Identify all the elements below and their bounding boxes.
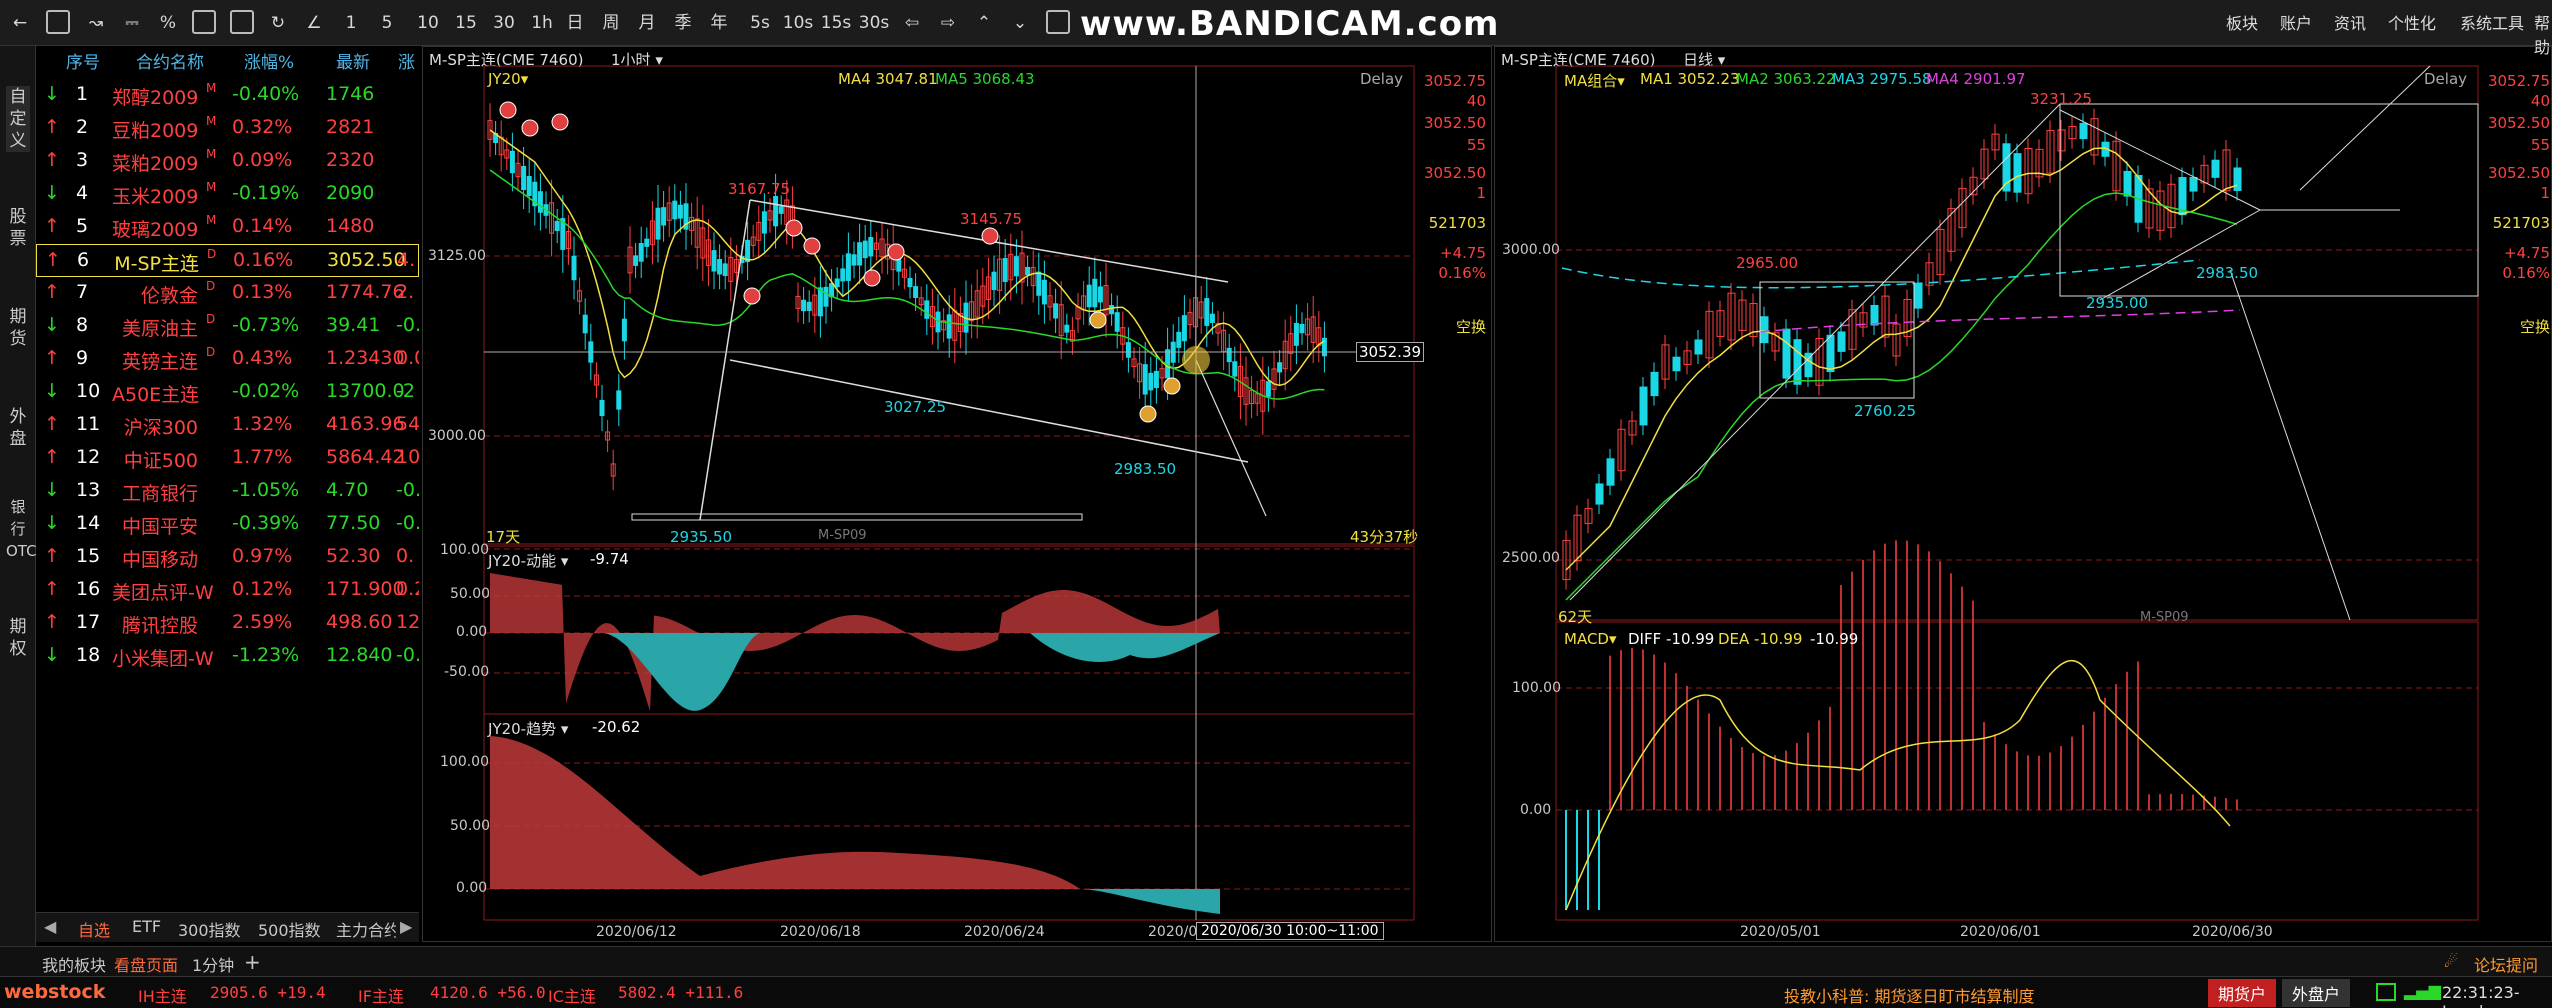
daily-candle-body	[1793, 339, 1802, 385]
ticker-ih-name[interactable]: IH主连	[138, 983, 187, 1007]
ma-group-label: MA组合	[1564, 72, 1618, 90]
diff-value: DIFF -10.99	[1628, 630, 1715, 648]
daily-candle-body	[1782, 328, 1791, 379]
date-daily-1: 2020/05/01	[1740, 924, 1821, 940]
logo: webstock	[4, 981, 106, 1003]
mid-annotation-daily: 2965.00	[1736, 254, 1799, 272]
price-tick-2500-daily: 2500.00	[1502, 550, 1560, 566]
date-daily-2: 2020/06/01	[1960, 924, 2041, 940]
daily-candle-body	[1826, 334, 1835, 373]
daily-candle-body	[2013, 153, 2022, 193]
ma3-line	[1561, 259, 2201, 289]
side-quote-5: 1	[2540, 184, 2550, 202]
dea-value: DEA -10.99	[1718, 630, 1803, 648]
tab-watch-page[interactable]: 看盘页面	[114, 952, 178, 976]
ticker-bar: webstock IH主连 2905.6 +19.4 IF主连 4120.6 +…	[0, 976, 2552, 1008]
daily-candle-body	[1639, 386, 1648, 426]
daily-candle-body	[1650, 371, 1659, 397]
price-tick-3000-daily: 3000.00	[1502, 242, 1560, 258]
forum-link[interactable]: 论坛提问	[2474, 952, 2538, 976]
ma-group[interactable]: MA组合▾	[1564, 70, 1625, 91]
side-quote-0: 3052.75	[2487, 72, 2550, 90]
daily-candle-body	[2123, 170, 2132, 197]
ma2-value: MA2 3063.22	[1736, 70, 1836, 88]
daily-candle-body	[1870, 304, 1879, 326]
notice-text[interactable]: 投教小科普: 期货逐日盯市结算制度	[1784, 983, 2034, 1007]
tab-my-sectors[interactable]: 我的板块	[42, 952, 106, 976]
daily-candle-body	[1595, 483, 1604, 505]
ticker-if-name[interactable]: IF主连	[358, 983, 404, 1007]
daily-chart-canvas[interactable]	[0, 0, 2552, 1008]
ticker-if-value: 4120.6 +56.0	[430, 983, 546, 1002]
ticker-ic-value: 5802.4 +111.6	[618, 983, 744, 1002]
daily-candle-body	[2189, 176, 2198, 192]
side-quote-9: 空换	[2519, 318, 2550, 336]
page-tabs-bar: 我的板块 看盘页面 1分钟 + ☄ 论坛提问	[0, 946, 2552, 976]
bottom-annotation-daily: 2760.25	[1854, 402, 1917, 420]
ma2-line	[1565, 192, 2238, 601]
side-quote-8: 0.16%	[2502, 264, 2550, 282]
ticker-ih-value: 2905.6 +19.4	[210, 983, 326, 1002]
signal-icon: ▂▄▆	[2404, 981, 2441, 1000]
macd-tick-0: 0.00	[1520, 802, 1552, 818]
ticker-ic-name[interactable]: IC主连	[548, 983, 596, 1007]
macd-value: -10.99	[1810, 630, 1859, 648]
headset-icon[interactable]: ☄	[2444, 952, 2458, 971]
macd-label-text: MACD	[1564, 630, 1609, 648]
proj-down	[2229, 269, 2351, 621]
ma1-value: MA1 3052.23	[1640, 70, 1740, 88]
date-daily-3: 2020/06/30	[2192, 924, 2273, 940]
daily-candle-body	[1606, 458, 1615, 486]
tab-1min[interactable]: 1分钟	[192, 952, 234, 976]
screen-icon[interactable]	[2376, 983, 2396, 1001]
high-annotation-daily: 3231.25	[2030, 90, 2093, 108]
daily-candle-body	[1760, 316, 1769, 344]
foreign-account-button[interactable]: 外盘户	[2282, 979, 2351, 1007]
daily-candle-body	[2211, 159, 2220, 178]
last-low-annotation-daily: 2983.50	[2196, 264, 2259, 282]
ma4-value-daily: MA4 2901.97	[1926, 70, 2026, 88]
daily-candle-body	[2079, 122, 2088, 140]
bars-count-daily: 62天	[1558, 608, 1593, 626]
side-quote-1: 40	[2530, 92, 2550, 110]
contract-watermark-daily: M-SP09	[2140, 610, 2189, 625]
daily-candle-body	[1914, 283, 1923, 309]
macd-tick-100: 100.00	[1512, 680, 1561, 696]
daily-candle-body	[1837, 331, 1846, 352]
daily-candle-body	[1672, 356, 1681, 372]
side-quote-3: 55	[2530, 136, 2550, 154]
trend-line	[1569, 103, 2061, 601]
side-quote-7: +4.75	[2504, 244, 2550, 262]
ma3-value: MA3 2975.58	[1832, 70, 1932, 88]
real-account-button[interactable]: 期货户	[2208, 979, 2277, 1007]
macd-label[interactable]: MACD▾	[1564, 630, 1617, 648]
proj-up	[2299, 65, 2431, 191]
side-quote-6: 521703	[2492, 214, 2550, 232]
low-annotation-daily: 2935.00	[2086, 294, 2149, 312]
side-quote-4: 3052.50	[2487, 164, 2550, 182]
ma4-line	[1759, 309, 2241, 333]
daily-candle-body	[2233, 167, 2242, 191]
add-tab-icon[interactable]: +	[244, 950, 261, 974]
clock: 22:31:23-Local	[2442, 983, 2520, 1008]
delay-label-daily: Delay	[2424, 70, 2468, 88]
daily-candle-body	[1694, 339, 1703, 355]
side-quote-2: 3052.50	[2487, 114, 2550, 132]
